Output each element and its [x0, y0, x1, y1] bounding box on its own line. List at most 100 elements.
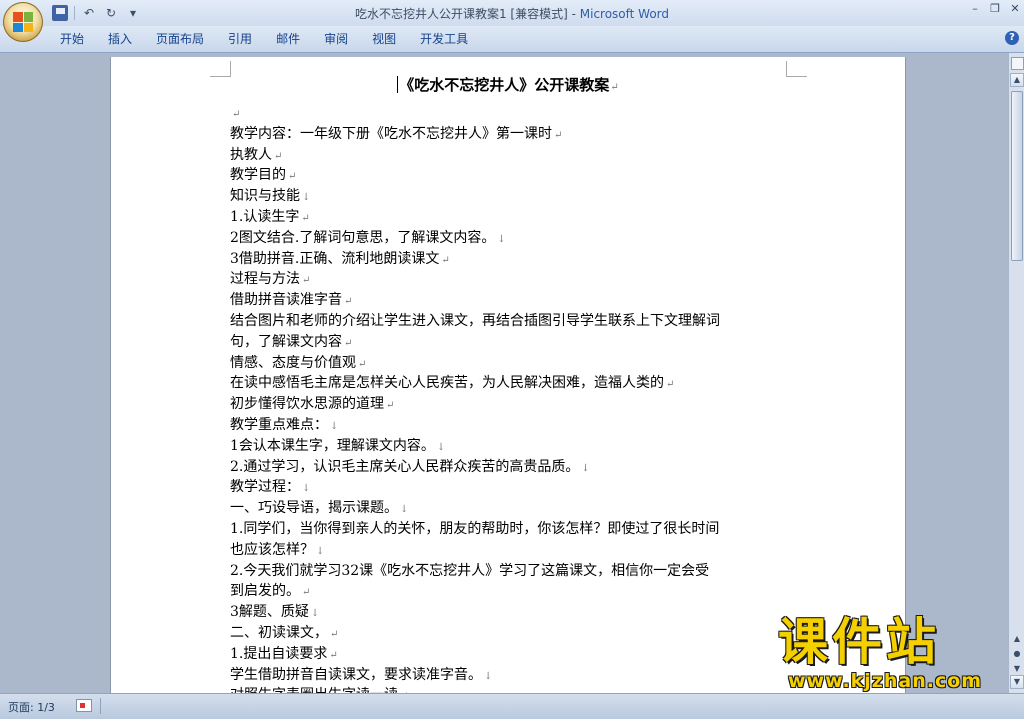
document-line: 1会认本课生字，理解课文内容。 ↓: [230, 436, 790, 457]
document-line: 教学内容：一年级下册《吃水不忘挖井人》第一课时 ↵: [230, 124, 790, 145]
paragraph-mark: ↵: [386, 400, 395, 412]
window-title: 吃水不忘挖井人公开课教案1 [兼容模式] - Microsoft Word: [0, 5, 1024, 22]
document-line: 二、初读课文， ↵: [230, 623, 790, 644]
paragraph-mark: ↵: [441, 254, 450, 266]
paragraph-mark: ↓: [484, 670, 493, 682]
document-line: 1.认读生字 ↵: [230, 207, 790, 228]
line-text: 借助拼音读准字音: [230, 292, 342, 309]
document-line: 2.今天我们就学习32课《吃水不忘挖井人》学习了这篇课文，相信你一定会受: [230, 561, 790, 582]
document-page[interactable]: 《吃水不忘挖井人》公开课教案↵ ↵ 教学内容：一年级下册《吃水不忘挖井人》第一课时…: [110, 57, 906, 693]
document-line: 也应该怎样？ ↓: [230, 540, 790, 561]
paragraph-mark: ↵: [358, 358, 367, 370]
document-name: 吃水不忘挖井人公开课教案1 [兼容模式] -: [354, 7, 580, 21]
page-count[interactable]: 页面: 1/3: [8, 699, 55, 715]
office-button[interactable]: [3, 2, 43, 42]
status-bar: 页面: 1/3: [0, 693, 1024, 719]
line-text: 1.认读生字: [230, 208, 300, 225]
scroll-down-button[interactable]: ▼: [1010, 675, 1024, 689]
paragraph-mark: ↵: [302, 275, 311, 287]
line-text: 学生借助拼音自读课文，要求读准字音。: [230, 666, 482, 683]
document-line: 初步懂得饮水思源的道理 ↵: [230, 394, 790, 415]
document-title: 《吃水不忘挖井人》公开课教案↵: [111, 74, 905, 95]
document-line: 执教人 ↵: [230, 145, 790, 166]
paragraph-mark: ↓: [497, 233, 506, 245]
line-text: 执教人: [230, 146, 272, 163]
document-line: 结合图片和老师的介绍让学生进入课文，再结合插图引导学生联系上下文理解词: [230, 311, 790, 332]
line-text: 1.提出自读要求: [230, 645, 328, 662]
document-line: 学生借助拼音自读课文，要求读准字音。 ↓: [230, 665, 790, 686]
window-controls: – ❐ ✕: [970, 2, 1020, 15]
line-text: 二、初读课文，: [230, 624, 328, 641]
document-line: 教学过程： ↓: [230, 477, 790, 498]
watermark-logo-text: 课件站: [778, 613, 940, 671]
paragraph-mark: ↵: [344, 337, 353, 349]
document-body: ↵ 教学内容：一年级下册《吃水不忘挖井人》第一课时 ↵ 执教人 ↵ 教学目的 ↵ 知识与技能 ↓…: [230, 103, 790, 693]
ribbon-tab[interactable]: 开发工具: [408, 26, 480, 52]
paragraph-mark: ↓: [581, 462, 590, 474]
line-text: 知识与技能: [230, 188, 300, 205]
next-page-icon[interactable]: ▼: [1011, 663, 1023, 675]
document-line: 知识与技能 ↓: [230, 186, 790, 207]
paragraph-mark: ↵: [610, 82, 619, 93]
ribbon-tab[interactable]: 审阅: [312, 26, 360, 52]
line-text: 过程与方法: [230, 271, 300, 288]
previous-page-icon[interactable]: ▲: [1011, 633, 1023, 645]
document-line: 在读中感悟毛主席是怎样关心人民疾苦，为人民解决困难，造福人类的 ↵: [230, 373, 790, 394]
document-line: ↵: [230, 103, 790, 124]
line-text: 2.今天我们就学习32课《吃水不忘挖井人》学习了这篇课文，相信你一定会受: [230, 562, 710, 579]
paragraph-mark: ↵: [274, 150, 283, 162]
document-line: 2.通过学习，认识毛主席关心人民群众疾苦的高贵品质。 ↓: [230, 457, 790, 478]
document-line: 借助拼音读准字音 ↵: [230, 290, 790, 311]
document-line: 对照生字表圈出生字读一读↵: [230, 685, 790, 693]
document-line: 2图文结合.了解词句意思，了解课文内容。 ↓: [230, 228, 790, 249]
site-watermark: 课件站 www.kjzhan.com: [770, 614, 1010, 694]
office-logo-icon: [13, 12, 33, 32]
scroll-up-button[interactable]: ▲: [1010, 73, 1024, 87]
ribbon-tab[interactable]: 引用: [216, 26, 264, 52]
title-bar: ↶ ↻ ▾ 吃水不忘挖井人公开课教案1 [兼容模式] - Microsoft W…: [0, 0, 1024, 26]
document-line: 教学重点难点： ↓: [230, 415, 790, 436]
line-text: 3解题、质疑: [230, 604, 309, 621]
ruler-toggle-icon[interactable]: [1011, 57, 1024, 70]
ribbon-tab[interactable]: 开始: [48, 26, 96, 52]
ribbon-tab[interactable]: 页面布局: [144, 26, 216, 52]
line-text: 情感、态度与价值观: [230, 354, 356, 371]
ribbon-tabs: 开始 插入 页面布局 引用 邮件 审阅 视图 开发工具: [48, 26, 480, 52]
help-icon[interactable]: ?: [1005, 31, 1019, 45]
line-text: 教学过程：: [230, 479, 300, 496]
document-line: 一、巧设导语，揭示课题。 ↓: [230, 498, 790, 519]
line-text: 教学目的: [230, 167, 286, 184]
paragraph-mark: ↓: [436, 441, 446, 453]
document-line: 句，了解课文内容 ↵: [230, 332, 790, 353]
browse-object-icon[interactable]: ●: [1011, 648, 1023, 660]
paragraph-mark: ↓: [310, 608, 320, 620]
minimize-button[interactable]: –: [970, 2, 980, 15]
close-button[interactable]: ✕: [1010, 2, 1020, 15]
vertical-scrollbar[interactable]: ▲ ▲ ● ▼ ▼: [1008, 53, 1024, 693]
paragraph-mark: ↵: [288, 171, 297, 183]
line-text: 到启发的。: [230, 583, 300, 600]
paragraph-mark: ↵: [302, 587, 311, 599]
line-text: 2图文结合.了解词句意思，了解课文内容。: [230, 229, 496, 246]
line-text: 1.同学们，当你得到亲人的关怀，朋友的帮助时，你该怎样？即使过了很长时间: [230, 520, 720, 537]
browse-object-buttons: ▲ ● ▼: [1011, 633, 1023, 678]
paragraph-mark: ↵: [554, 129, 563, 141]
proofing-icon[interactable]: [76, 699, 92, 712]
line-text: 教学内容：一年级下册《吃水不忘挖井人》第一课时: [230, 125, 552, 142]
ribbon-tab-bar: 开始 插入 页面布局 引用 邮件 审阅 视图 开发工具 ?: [0, 26, 1024, 53]
line-text: 1会认本课生字，理解课文内容。: [230, 437, 435, 454]
ribbon-tab[interactable]: 视图: [360, 26, 408, 52]
ribbon-tab[interactable]: 插入: [96, 26, 144, 52]
paragraph-mark: ↓: [302, 192, 311, 204]
paragraph-mark: ↓: [400, 504, 409, 516]
document-line: 3借助拼音.正确、流利地朗读课文 ↵: [230, 249, 790, 270]
scroll-thumb[interactable]: [1011, 91, 1023, 261]
restore-button[interactable]: ❐: [990, 2, 1000, 15]
paragraph-mark: ↓: [302, 483, 311, 495]
document-line: 1.同学们，当你得到亲人的关怀，朋友的帮助时，你该怎样？即使过了很长时间: [230, 519, 790, 540]
paragraph-mark: ↵: [344, 296, 353, 308]
app-name: Microsoft Word: [579, 7, 670, 21]
line-text: 2.通过学习，认识毛主席关心人民群众疾苦的高贵品质。: [230, 458, 580, 475]
line-text: 一、巧设导语，揭示课题。: [230, 500, 398, 517]
ribbon-tab[interactable]: 邮件: [264, 26, 312, 52]
